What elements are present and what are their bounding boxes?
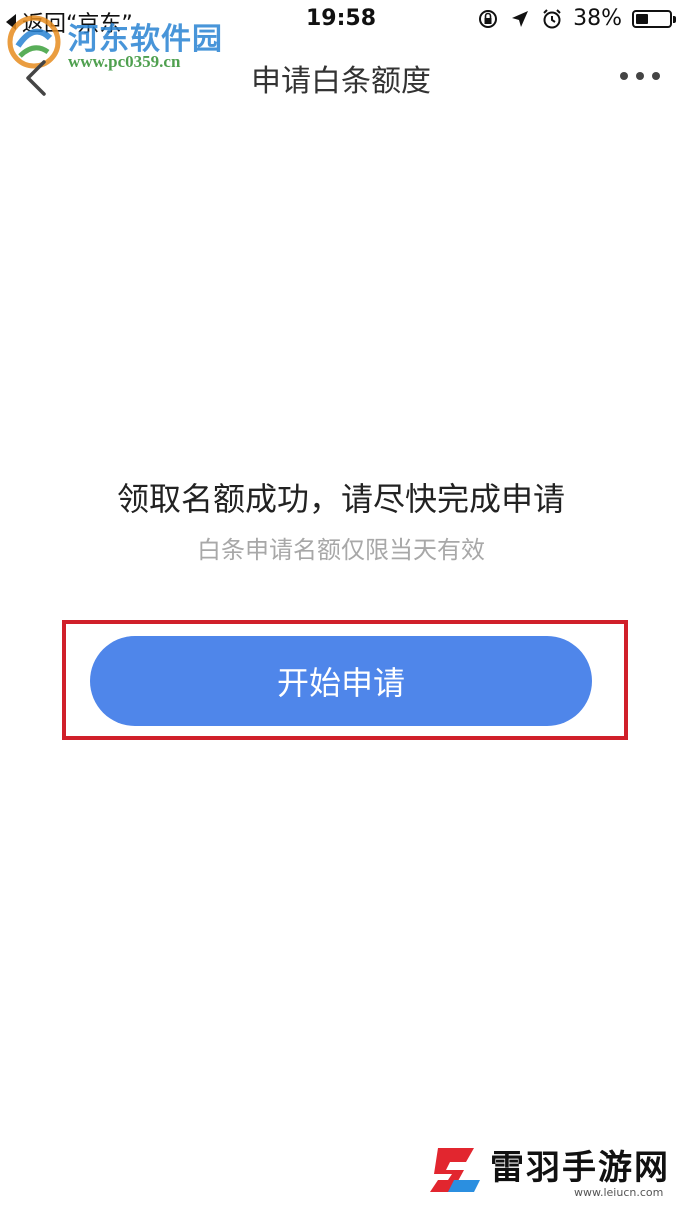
status-icons: 38% [477,6,676,31]
brand-name: 雷羽手游网 [490,1148,670,1188]
rotation-lock-icon [477,8,499,30]
success-heading: 领取名额成功，请尽快完成申请 [116,480,565,518]
nav-bar: 申请白条额度 [0,38,682,116]
location-arrow-icon [509,8,531,30]
start-application-button[interactable]: 开始申请 [90,636,592,726]
alarm-icon [541,8,563,30]
battery-level-fill [636,13,648,24]
battery-icon [632,9,676,28]
battery-percent: 38% [573,6,622,31]
brand-logo-icon [430,1148,480,1192]
watermark-bottom: 雷羽手游网 www.leiucn.com [424,1136,674,1206]
more-options-icon[interactable] [618,66,662,86]
brand-url: www.leiucn.com [574,1186,664,1199]
validity-notice: 白条申请名额仅限当天有效 [197,536,485,564]
page-title: 申请白条额度 [251,64,431,99]
status-bar: 返回“京东” 19:58 38% [0,0,682,38]
